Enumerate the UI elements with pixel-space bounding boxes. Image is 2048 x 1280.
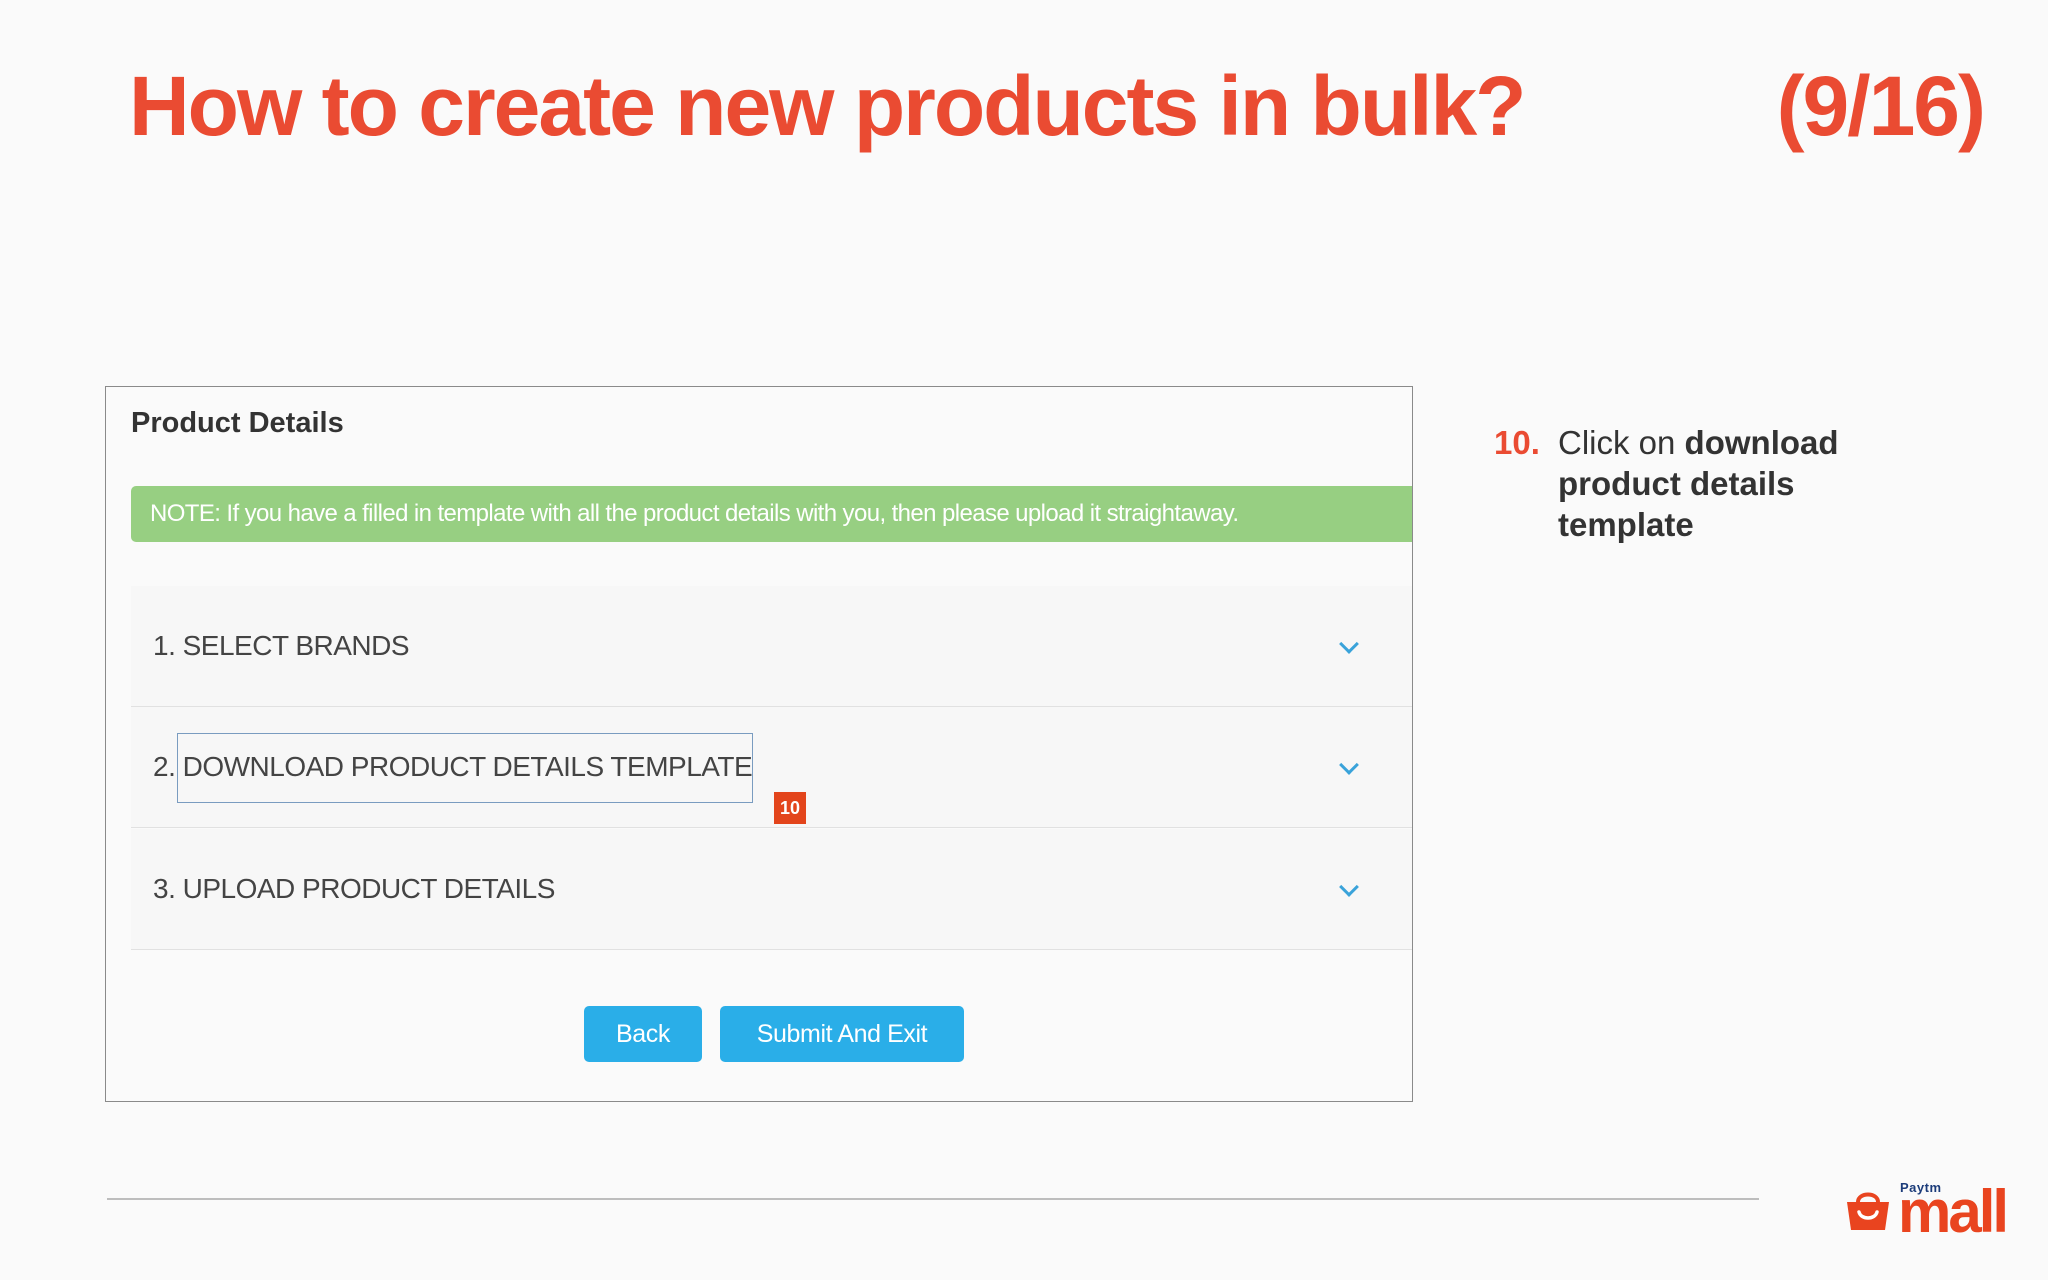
slide-title: How to create new products in bulk? bbox=[129, 59, 1526, 153]
paytm-mall-logo: Paytm mall bbox=[1844, 1178, 2020, 1242]
step-select-brands[interactable]: 1. SELECT BRANDS bbox=[131, 586, 1412, 707]
chevron-down-icon[interactable] bbox=[1339, 877, 1359, 897]
product-details-panel: Product Details NOTE: If you have a fill… bbox=[105, 386, 1413, 1102]
submit-and-exit-button[interactable]: Submit And Exit bbox=[720, 1006, 964, 1062]
shopping-bag-icon bbox=[1847, 1192, 1889, 1230]
back-button[interactable]: Back bbox=[584, 1006, 702, 1062]
instruction-number: 10. bbox=[1494, 424, 1540, 461]
note-banner: NOTE: If you have a filled in template w… bbox=[131, 486, 1412, 542]
logo-word: mall bbox=[1898, 1178, 2009, 1245]
step-marker-badge: 10 bbox=[774, 792, 806, 824]
chevron-down-icon[interactable] bbox=[1339, 755, 1359, 775]
slide-counter: (9/16) bbox=[1776, 59, 1986, 153]
step-download-template[interactable]: 2. DOWNLOAD PRODUCT DETAILS TEMPLATE 10 bbox=[131, 707, 1412, 828]
footer-divider bbox=[107, 1198, 1759, 1200]
step-label: 1. SELECT BRANDS bbox=[153, 630, 410, 661]
highlight-box bbox=[177, 733, 753, 803]
step-label: 3. UPLOAD PRODUCT DETAILS bbox=[153, 873, 555, 904]
panel-title: Product Details bbox=[131, 407, 344, 439]
chevron-down-icon[interactable] bbox=[1339, 634, 1359, 654]
instruction-prefix: Click on bbox=[1558, 424, 1685, 461]
step-upload-details[interactable]: 3. UPLOAD PRODUCT DETAILS bbox=[131, 829, 1412, 950]
instruction-text: Click on download product details templa… bbox=[1558, 422, 1878, 545]
